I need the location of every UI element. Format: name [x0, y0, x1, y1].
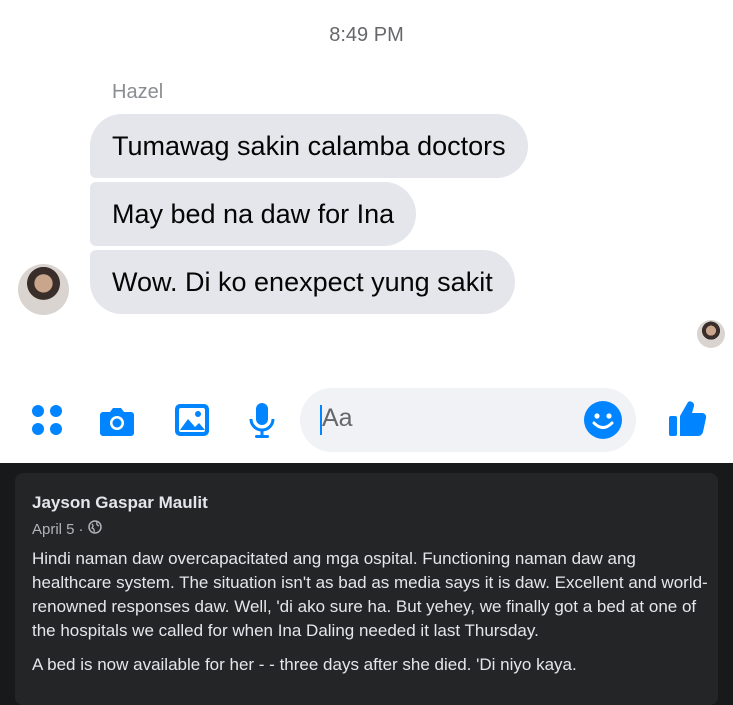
camera-icon[interactable] [97, 400, 137, 440]
post-card: Jayson Gaspar Maulit April 5 · Hindi nam… [15, 473, 718, 705]
post-paragraph: Hindi naman daw overcapacitated ang mga … [32, 549, 708, 640]
post-author[interactable]: Jayson Gaspar Maulit [32, 493, 208, 513]
thumbs-up-icon[interactable] [666, 398, 707, 438]
message-input-placeholder: Aa [322, 404, 353, 432]
sender-name: Hazel [112, 81, 164, 103]
gallery-icon[interactable] [172, 400, 212, 440]
facebook-post-panel: Jayson Gaspar Maulit April 5 · Hindi nam… [0, 463, 733, 705]
post-paragraph: A bed is now available for her - - three… [32, 655, 577, 674]
message-timestamp: 8:49 PM [329, 24, 404, 46]
post-body: Hindi naman daw overcapacitated ang mga … [32, 547, 712, 687]
emoji-icon[interactable] [584, 401, 622, 439]
message-bubble[interactable]: Tumawag sakin calamba doctors [90, 114, 528, 178]
microphone-icon[interactable] [242, 400, 282, 440]
globe-icon[interactable] [87, 520, 102, 538]
message-bubble[interactable]: May bed na daw for Ina [90, 182, 417, 246]
sender-avatar[interactable] [18, 264, 69, 315]
post-date[interactable]: April 5 [32, 521, 75, 538]
meta-separator: · [78, 520, 84, 538]
read-receipt-avatar [697, 320, 725, 348]
message-bubble[interactable]: Wow. Di ko enexpect yung sakit [90, 250, 515, 314]
apps-icon[interactable] [27, 400, 67, 440]
messenger-chat-panel: 8:49 PM Hazel Tumawag sakin calamba doct… [0, 0, 733, 463]
post-meta: April 5 · [32, 520, 102, 538]
